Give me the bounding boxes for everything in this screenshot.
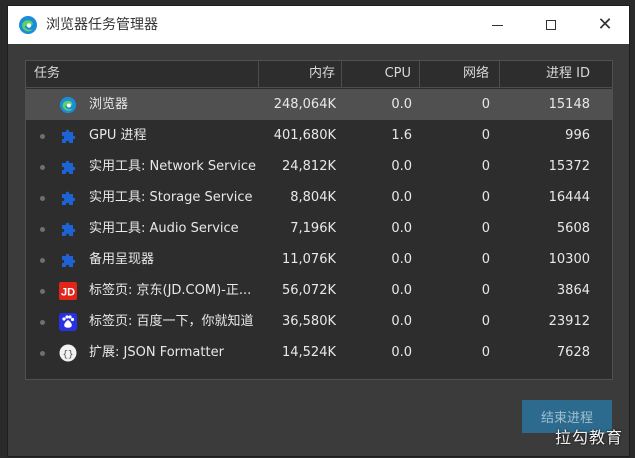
memory-value: 14,524K (281, 345, 336, 360)
window-title: 浏览器任务管理器 (46, 17, 158, 33)
task-name: 实用工具: Audio Service (89, 221, 239, 236)
memory-value: 56,072K (281, 283, 336, 298)
table-header: 任务 内存 CPU 网络 进程 ID (26, 61, 612, 88)
memory-value: 24,812K (281, 159, 336, 174)
watermark: 拉勾教育 (554, 428, 623, 447)
task-name: 备用呈现器 (89, 252, 155, 267)
table-row[interactable]: {} 扩展: JSON Formatter 14,524K 0.0 0 7628 (26, 337, 612, 368)
task-name: 实用工具: Storage Service (89, 190, 253, 205)
minimize-icon (491, 24, 503, 26)
process-table: 任务 内存 CPU 网络 进程 ID 浏览器 248,064K 0.0 0 15148 G… (25, 60, 613, 380)
json-formatter-icon: {} (59, 344, 77, 362)
table-row[interactable]: 标签页: 百度一下，你就知道 36,580K 0.0 0 23912 (26, 306, 612, 337)
table-row[interactable]: 实用工具: Network Service 24,812K 0.0 0 15372 (26, 151, 612, 182)
table-row[interactable]: 实用工具: Audio Service 7,196K 0.0 0 5608 (26, 213, 612, 244)
network-value: 0 (481, 97, 490, 112)
task-name: 扩展: JSON Formatter (89, 345, 224, 360)
task-name: 浏览器 (89, 97, 129, 112)
row-bullet (40, 351, 45, 356)
pid-value: 15148 (548, 97, 590, 112)
column-header-memory[interactable]: 内存 (259, 61, 342, 87)
network-value: 0 (481, 345, 490, 360)
row-bullet (40, 134, 45, 139)
task-name: 标签页: 京东(JD.COM)-正... (89, 283, 252, 298)
network-value: 0 (481, 159, 490, 174)
row-bullet (40, 289, 45, 294)
puzzle-icon (59, 189, 77, 207)
svg-text:{}: {} (63, 350, 74, 360)
network-value: 0 (481, 128, 490, 143)
network-value: 0 (481, 221, 490, 236)
pid-value: 16444 (548, 190, 590, 205)
table-row[interactable]: GPU 进程 401,680K 1.6 0 996 (26, 120, 612, 151)
cpu-value: 0.0 (391, 190, 412, 205)
close-button[interactable]: ✕ (582, 6, 628, 44)
row-bullet (40, 258, 45, 263)
memory-value: 11,076K (281, 252, 336, 267)
task-manager-window: 浏览器任务管理器 ✕ 任务 内存 CPU 网络 进程 ID 浏览器 248,064… (8, 6, 629, 456)
cpu-value: 0.0 (391, 283, 412, 298)
network-value: 0 (481, 283, 490, 298)
pid-value: 23912 (548, 314, 590, 329)
cpu-value: 1.6 (391, 128, 412, 143)
row-bullet (40, 320, 45, 325)
memory-value: 248,064K (273, 97, 336, 112)
table-row[interactable]: 备用呈现器 11,076K 0.0 0 10300 (26, 244, 612, 275)
column-header-task[interactable]: 任务 (26, 61, 259, 87)
pid-value: 5608 (556, 221, 590, 236)
pid-value: 15372 (548, 159, 590, 174)
puzzle-icon (59, 220, 77, 238)
edge-icon (19, 16, 37, 34)
minimize-button[interactable] (474, 6, 520, 44)
memory-value: 7,196K (290, 221, 336, 236)
pid-value: 7628 (556, 345, 590, 360)
cpu-value: 0.0 (391, 314, 412, 329)
baidu-icon (59, 313, 77, 331)
network-value: 0 (481, 252, 490, 267)
cpu-value: 0.0 (391, 97, 412, 112)
puzzle-icon (59, 158, 77, 176)
row-bullet (40, 227, 45, 232)
pid-value: 10300 (548, 252, 590, 267)
row-bullet (40, 165, 45, 170)
cpu-value: 0.0 (391, 252, 412, 267)
column-header-pid[interactable]: 进程 ID (500, 61, 612, 87)
task-name: 标签页: 百度一下，你就知道 (89, 314, 254, 329)
title-bar[interactable]: 浏览器任务管理器 ✕ (8, 6, 629, 44)
pid-value: 3864 (556, 283, 590, 298)
table-row[interactable]: 浏览器 248,064K 0.0 0 15148 (26, 89, 612, 120)
pid-value: 996 (565, 128, 590, 143)
column-header-cpu[interactable]: CPU (342, 61, 420, 87)
row-bullet (40, 196, 45, 201)
svg-text:JD: JD (61, 287, 75, 299)
table-row[interactable]: JD 标签页: 京东(JD.COM)-正... 56,072K 0.0 0 3864 (26, 275, 612, 306)
close-icon: ✕ (597, 14, 613, 35)
column-header-network[interactable]: 网络 (420, 61, 500, 87)
task-name: 实用工具: Network Service (89, 159, 256, 174)
puzzle-icon (59, 127, 77, 145)
edge-icon (59, 96, 77, 114)
puzzle-icon (59, 251, 77, 269)
task-name: GPU 进程 (89, 128, 147, 143)
memory-value: 8,804K (290, 190, 336, 205)
maximize-icon (546, 20, 556, 30)
cpu-value: 0.0 (391, 221, 412, 236)
jd-icon: JD (59, 282, 77, 300)
cpu-value: 0.0 (391, 345, 412, 360)
network-value: 0 (481, 190, 490, 205)
memory-value: 401,680K (273, 128, 336, 143)
maximize-button[interactable] (528, 6, 574, 44)
table-body: 浏览器 248,064K 0.0 0 15148 GPU 进程 401,680K 1.6 0 99… (26, 89, 612, 368)
cpu-value: 0.0 (391, 159, 412, 174)
table-row[interactable]: 实用工具: Storage Service 8,804K 0.0 0 16444 (26, 182, 612, 213)
memory-value: 36,580K (281, 314, 336, 329)
network-value: 0 (481, 314, 490, 329)
